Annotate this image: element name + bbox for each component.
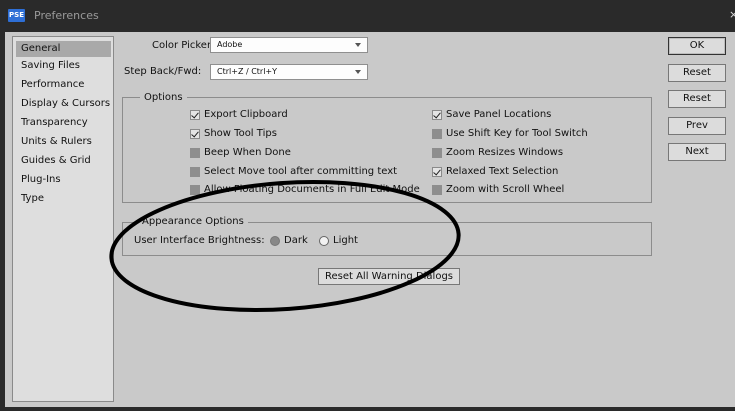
window-frame-bottom [0,407,735,411]
prev-button[interactable]: Prev [668,117,726,135]
step-back-fwd-value: Ctrl+Z / Ctrl+Y [217,67,278,76]
color-picker-dropdown[interactable]: Adobe [210,37,368,53]
chevron-down-icon [355,43,361,47]
radio-selected[interactable] [270,236,280,246]
title-bar: PSE Preferences × [0,0,735,32]
color-picker-label: Color Picker: [152,40,215,51]
next-button[interactable]: Next [668,143,726,161]
sidebar-item-units-rulers[interactable]: Units & Rulers [16,134,111,150]
radio-label: Light [333,235,358,246]
checkbox-label: Relaxed Text Selection [446,166,559,177]
chevron-down-icon [355,70,361,74]
reset-button[interactable]: Reset [668,90,726,108]
checkbox-unchecked[interactable] [432,185,442,195]
checkbox-label: Beep When Done [204,147,291,158]
checkbox-unchecked[interactable] [190,148,200,158]
window-frame-left [0,32,5,411]
step-back-fwd-label: Step Back/Fwd: [124,66,202,77]
cancel-button[interactable]: Reset [668,64,726,82]
color-picker-value: Adobe [217,40,243,49]
app-logo-icon: PSE [8,9,25,22]
sidebar-item-display-cursors[interactable]: Display & Cursors [16,96,111,112]
checkbox-unchecked[interactable] [190,185,200,195]
preferences-category-list[interactable]: General Saving Files Performance Display… [12,36,114,402]
checkbox-checked[interactable] [432,110,442,120]
appearance-options-title: Appearance Options [138,215,248,228]
sidebar-item-general[interactable]: General [16,41,111,57]
checkbox-label: Allow Floating Documents in Full Edit Mo… [204,184,420,195]
sidebar-item-plug-ins[interactable]: Plug-Ins [16,172,111,188]
sidebar-item-transparency[interactable]: Transparency [16,115,111,131]
window-title: Preferences [34,9,99,22]
reset-all-warning-dialogs-button[interactable]: Reset All Warning Dialogs [318,268,460,285]
checkbox-unchecked[interactable] [432,129,442,139]
checkbox-label: Save Panel Locations [446,109,552,120]
options-group-title: Options [140,91,187,104]
sidebar-item-saving-files[interactable]: Saving Files [16,58,111,74]
ok-button[interactable]: OK [668,37,726,55]
radio-label: Dark [284,235,308,246]
checkbox-checked[interactable] [190,129,200,139]
ui-brightness-label: User Interface Brightness: [134,235,265,246]
checkbox-label: Select Move tool after committing text [204,166,398,177]
step-back-fwd-dropdown[interactable]: Ctrl+Z / Ctrl+Y [210,64,368,80]
radio-unselected[interactable] [319,236,329,246]
sidebar-item-type[interactable]: Type [16,191,111,207]
close-icon[interactable]: × [729,8,735,21]
sidebar-item-guides-grid[interactable]: Guides & Grid [16,153,111,169]
checkbox-label: Zoom with Scroll Wheel [446,184,565,195]
checkbox-checked[interactable] [190,110,200,120]
checkbox-label: Zoom Resizes Windows [446,147,564,158]
checkbox-unchecked[interactable] [432,148,442,158]
checkbox-unchecked[interactable] [190,167,200,177]
sidebar-item-performance[interactable]: Performance [16,77,111,93]
checkbox-label: Show Tool Tips [204,128,277,139]
checkbox-checked[interactable] [432,167,442,177]
checkbox-label: Use Shift Key for Tool Switch [446,128,588,139]
checkbox-label: Export Clipboard [204,109,288,120]
